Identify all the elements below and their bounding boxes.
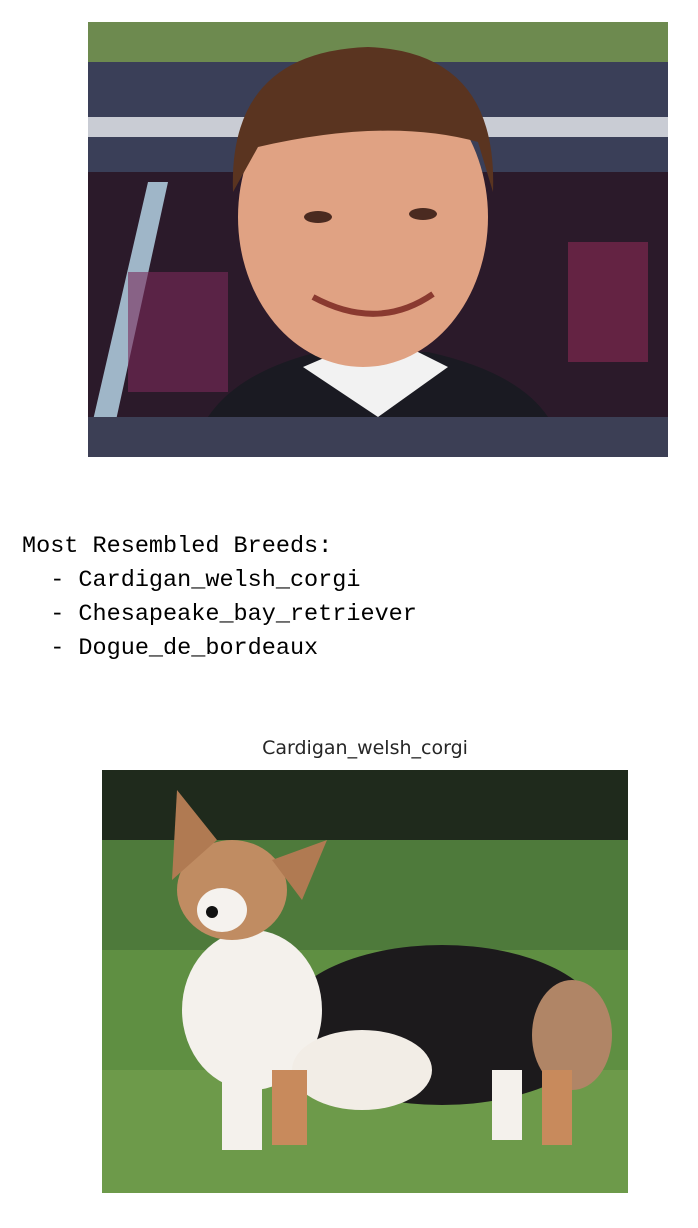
bullet: - xyxy=(22,601,79,628)
breed-list-item: - Cardigan_welsh_corgi xyxy=(22,564,417,598)
bullet: - xyxy=(22,635,79,662)
breed-name: Cardigan_welsh_corgi xyxy=(78,567,361,594)
bullet: - xyxy=(22,567,79,594)
breed-dog-photo xyxy=(102,770,628,1193)
resembled-breeds-output: Most Resembled Breeds: - Cardigan_welsh_… xyxy=(22,530,417,666)
breed-list-item: - Dogue_de_bordeaux xyxy=(22,632,417,666)
breed-image-title: Cardigan_welsh_corgi xyxy=(262,737,468,759)
input-face-photo xyxy=(88,22,668,457)
breed-name: Chesapeake_bay_retriever xyxy=(78,601,417,628)
breeds-heading: Most Resembled Breeds: xyxy=(22,533,333,560)
breed-name: Dogue_de_bordeaux xyxy=(78,635,319,662)
breed-list-item: - Chesapeake_bay_retriever xyxy=(22,598,417,632)
